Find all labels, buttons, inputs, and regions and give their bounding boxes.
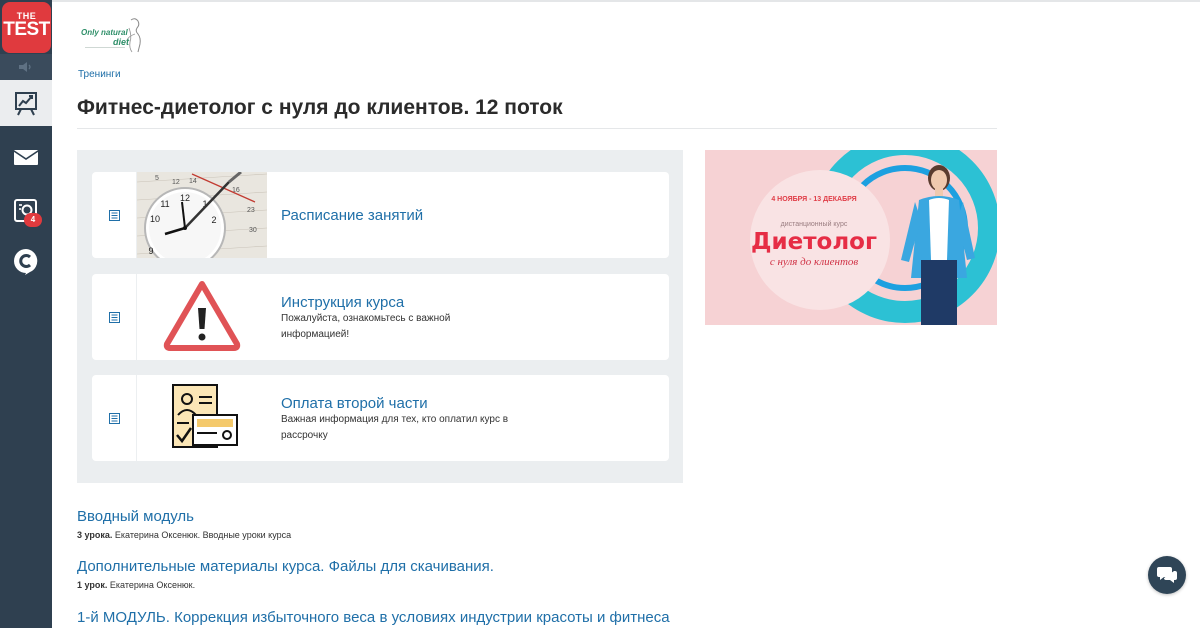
svg-text:2: 2 [211, 215, 216, 225]
sidebar-item-trainings[interactable] [0, 80, 52, 126]
cards-panel: 12 14 16 23 30 5 12 1 2 11 10 9 Расписание занят… [77, 150, 683, 483]
module-meta: 1 урок. Екатерина Оксенюк. [77, 580, 494, 590]
module-title-link[interactable]: Дополнительные материалы курса. Файлы дл… [77, 558, 494, 575]
sidebar-item-chat[interactable] [0, 238, 52, 284]
module-item: 1-й МОДУЛЬ. Коррекция избыточного веса в… [77, 609, 670, 626]
top-border [0, 0, 1200, 2]
speaker-icon [19, 62, 31, 72]
module-meta: 3 урока. Екатерина Оксенюк. Вводные урок… [77, 530, 291, 540]
brand-underline [85, 47, 125, 48]
module-title-link[interactable]: Вводный модуль [77, 508, 291, 525]
clock-calendar-image: 12 14 16 23 30 5 12 1 2 11 10 9 [137, 172, 267, 258]
logo-line2: TEST [3, 19, 50, 40]
document-icon [109, 312, 120, 323]
card-schedule[interactable]: 12 14 16 23 30 5 12 1 2 11 10 9 Расписание занят… [92, 172, 669, 258]
module-item: Вводный модуль 3 урока. Екатерина Оксеню… [77, 508, 291, 540]
notification-badge: 4 [24, 213, 42, 227]
document-icon [109, 210, 120, 221]
page-title: Фитнес-диетолог с нуля до клиентов. 12 п… [77, 96, 563, 119]
svg-text:10: 10 [150, 214, 160, 224]
module-item: Дополнительные материалы курса. Файлы дл… [77, 558, 494, 590]
module-title-link[interactable]: 1-й МОДУЛЬ. Коррекция избыточного веса в… [77, 609, 670, 626]
envelope-icon [13, 150, 39, 165]
title-divider [77, 128, 997, 129]
module-lesson-count: 3 урока. [77, 530, 113, 540]
warning-triangle-image [137, 274, 267, 360]
svg-text:30: 30 [249, 227, 257, 234]
chart-easel-icon [15, 92, 37, 116]
card-title: Инструкция курса [281, 294, 405, 311]
module-lesson-count: 1 урок. [77, 580, 108, 590]
svg-text:9: 9 [148, 246, 153, 256]
payment-document-image [137, 375, 267, 461]
module-meta-text: Екатерина Оксенюк. [109, 580, 196, 590]
card-description: Пожалуйста, ознакомьтесь с важной информ… [281, 313, 451, 340]
card-instructions[interactable]: Инструкция курса Пожалуйста, ознакомьтес… [92, 274, 669, 360]
card-title: Оплата второй части [281, 395, 428, 412]
brand-line2: diet [113, 37, 130, 47]
svg-text:12: 12 [172, 179, 180, 186]
brand-logo: Only natural diet [79, 16, 145, 54]
svg-text:11: 11 [160, 199, 169, 209]
brand-line1: Only natural [81, 28, 128, 37]
sidebar-item-messages[interactable] [0, 134, 52, 180]
module-meta-text: Екатерина Оксенюк. Вводные уроки курса [114, 530, 292, 540]
sidebar: THE TEST 4 [0, 0, 52, 628]
chat-bubbles-icon [1157, 567, 1177, 583]
card-payment[interactable]: Оплата второй части Важная информация дл… [92, 375, 669, 461]
banner-tagline: с нуля до клиентов [769, 256, 859, 268]
svg-text:23: 23 [247, 207, 255, 214]
banner-dates: 4 НОЯБРЯ - 13 ДЕКАБРЯ [771, 196, 857, 203]
svg-text:12: 12 [180, 193, 190, 203]
app-logo[interactable]: THE TEST [2, 2, 51, 53]
card-description: Важная информация для тех, кто оплатил к… [281, 414, 509, 441]
chat-support-button[interactable] [1148, 556, 1186, 594]
document-icon [109, 413, 120, 424]
breadcrumb-trainings[interactable]: Тренинги [78, 69, 121, 80]
banner-subtitle: дистанционный курс [780, 221, 848, 228]
sound-toggle[interactable] [0, 54, 52, 80]
course-banner[interactable]: 4 НОЯБРЯ - 13 ДЕКАБРЯ дистанционный курс… [705, 150, 997, 325]
svg-text:5: 5 [155, 175, 159, 182]
banner-title: Диетолог [751, 229, 877, 255]
card-title: Расписание занятий [281, 207, 424, 224]
svg-text:14: 14 [189, 178, 197, 185]
chat-c-icon [14, 249, 38, 275]
sidebar-item-certificates[interactable]: 4 [0, 188, 52, 234]
